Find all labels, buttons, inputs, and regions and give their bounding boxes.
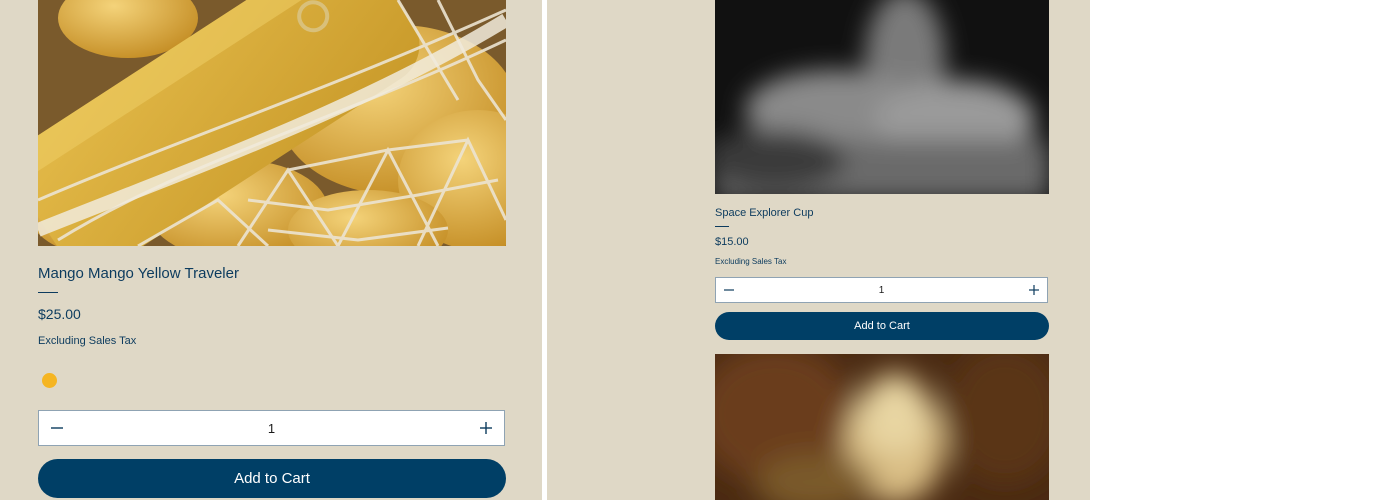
tax-note: Excluding Sales Tax xyxy=(38,335,137,347)
add-to-cart-button[interactable]: Add to Cart xyxy=(38,459,506,498)
title-divider xyxy=(715,226,729,227)
color-swatch-yellow[interactable] xyxy=(42,373,57,388)
bottle-in-net-bag-illustration xyxy=(38,0,506,246)
tax-note: Excluding Sales Tax xyxy=(715,257,787,266)
quantity-stepper: 1 xyxy=(38,410,505,446)
title-divider xyxy=(38,292,58,293)
decrease-quantity-button[interactable] xyxy=(716,278,742,302)
product-price: $25.00 xyxy=(38,306,81,322)
product-image-mango-traveler[interactable] xyxy=(38,0,506,246)
quantity-value[interactable]: 1 xyxy=(39,411,504,445)
plus-icon xyxy=(480,422,492,434)
product-image-next[interactable] xyxy=(715,354,1049,500)
plus-icon xyxy=(1029,285,1039,295)
product-panel-left: Mango Mango Yellow Traveler $25.00 Exclu… xyxy=(0,0,542,500)
minus-icon xyxy=(51,427,63,429)
increase-quantity-button[interactable] xyxy=(1021,278,1047,302)
minus-icon xyxy=(724,289,734,291)
product-image-space-explorer-cup[interactable] xyxy=(715,0,1049,194)
product-title[interactable]: Space Explorer Cup xyxy=(715,207,813,219)
quantity-stepper: 1 xyxy=(715,277,1048,303)
blurred-gray-product-photo xyxy=(715,0,1049,194)
product-panel-right: Space Explorer Cup $15.00 Excluding Sale… xyxy=(547,0,1090,500)
quantity-value[interactable]: 1 xyxy=(716,278,1047,302)
product-price: $15.00 xyxy=(715,236,749,248)
add-to-cart-button[interactable]: Add to Cart xyxy=(715,312,1049,340)
increase-quantity-button[interactable] xyxy=(468,411,504,445)
product-title[interactable]: Mango Mango Yellow Traveler xyxy=(38,265,239,282)
decrease-quantity-button[interactable] xyxy=(39,411,75,445)
blurred-brown-product-photo xyxy=(715,354,1049,500)
